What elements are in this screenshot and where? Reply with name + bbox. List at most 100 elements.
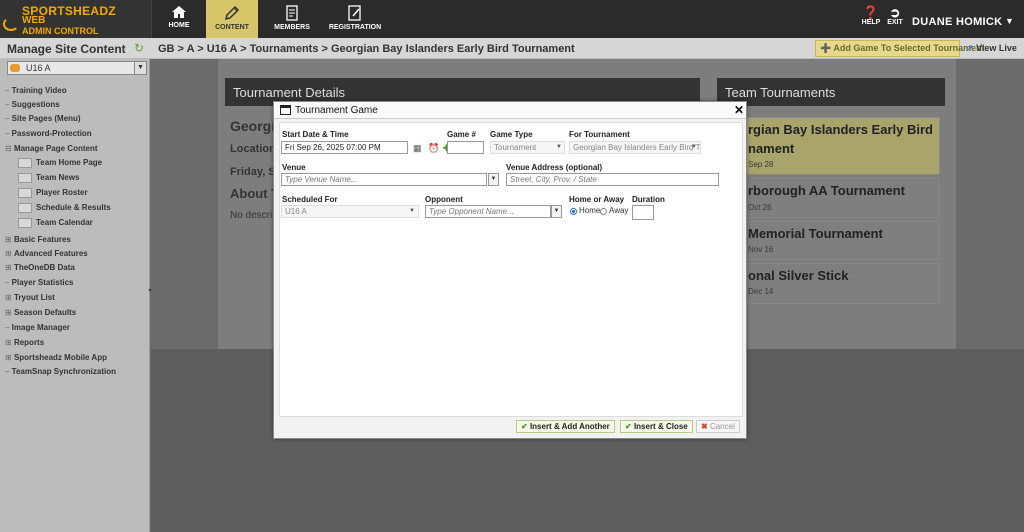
roster-icon xyxy=(18,188,32,198)
details-description: No descri xyxy=(230,210,273,221)
chevron-down-icon: ▼ xyxy=(409,208,415,214)
opponent-dropdown-button[interactable]: ▼ xyxy=(551,205,562,218)
news-icon xyxy=(18,173,32,183)
logo-line2: WEB xyxy=(22,15,46,26)
for-tournament-label: For Tournament xyxy=(569,130,630,139)
team-select[interactable]: U16 A ▼ xyxy=(7,61,147,75)
logo-swoosh-icon xyxy=(3,17,19,31)
team-logo-icon xyxy=(10,64,20,72)
opponent-input[interactable]: Type Opponent Name... xyxy=(425,205,551,218)
sidebar-item-tryout-list[interactable]: ⊞ Tryout List xyxy=(5,293,55,302)
chevron-down-icon: ▼ xyxy=(691,144,697,150)
refresh-icon[interactable]: ↻ xyxy=(134,41,144,55)
scheduled-for-select[interactable]: U16 A xyxy=(281,205,419,218)
sidebar-item-player-statistics[interactable]: – Player Statistics xyxy=(5,278,73,287)
insert-add-another-button[interactable]: ✔ Insert & Add Another xyxy=(516,420,615,433)
game-type-label: Game Type xyxy=(490,130,533,139)
nav-tab-registration[interactable]: REGISTRATION xyxy=(322,0,388,38)
nav-tab-home[interactable]: HOME xyxy=(153,0,205,38)
venue-address-label: Venue Address (optional) xyxy=(506,163,603,172)
home-away-label: Home or Away xyxy=(569,195,625,204)
sidebar-item-teamsnap[interactable]: – TeamSnap Synchronization xyxy=(5,367,116,376)
game-type-select[interactable]: Tournament xyxy=(490,141,565,154)
view-live-link[interactable]: ↗ View Live xyxy=(966,43,1017,54)
top-navigation-bar: SPORTSHEADZ WEB ADMIN CONTROL HOME CONTE… xyxy=(0,0,1024,38)
details-about: About T xyxy=(230,186,280,201)
nav-tab-members[interactable]: MEMBERS xyxy=(266,0,318,38)
sidebar-item-manage-page-content[interactable]: ⊟ Manage Page Content xyxy=(5,144,98,153)
away-radio[interactable] xyxy=(600,208,607,215)
nav-tab-home-label: HOME xyxy=(168,22,190,29)
cancel-icon: ✖ xyxy=(701,422,708,431)
sidebar-sub-schedule[interactable]: Schedule & Results xyxy=(18,203,111,213)
cancel-button[interactable]: ✖ Cancel xyxy=(696,420,740,433)
dialog-body: Start Date & Time Game # Game Type For T… xyxy=(279,122,743,417)
tournament-card[interactable]: rgian Bay Islanders Early Bird nament Se… xyxy=(717,117,940,175)
sportsheadz-logo[interactable]: SPORTSHEADZ WEB ADMIN CONTROL xyxy=(0,0,152,38)
sidebar-item-suggestions[interactable]: – Suggestions xyxy=(5,100,60,109)
sidebar-item-reports[interactable]: ⊞ Reports xyxy=(5,338,44,347)
sidebar-item-basic-features[interactable]: ⊞ Basic Features xyxy=(5,235,71,244)
duration-input[interactable] xyxy=(632,205,654,220)
close-icon[interactable]: ✕ xyxy=(734,103,744,117)
add-game-label: Add Game To Selected Tournament xyxy=(833,43,985,53)
exit-button[interactable]: ➲ EXIT xyxy=(884,6,906,26)
sidebar: U16 A ▼ – Training Video – Suggestions –… xyxy=(0,59,150,532)
nav-tab-registration-label: REGISTRATION xyxy=(328,24,382,31)
details-date: Friday, S xyxy=(230,166,276,178)
scheduled-for-label: Scheduled For xyxy=(282,195,338,204)
for-tournament-select[interactable]: Georgian Bay Islanders Early Bird T xyxy=(569,141,701,154)
sidebar-sub-team-calendar[interactable]: Team Calendar xyxy=(18,218,93,228)
members-icon xyxy=(286,5,298,21)
help-label: HELP xyxy=(861,19,881,26)
view-live-label: View Live xyxy=(976,43,1017,53)
help-button[interactable]: ❓ HELP xyxy=(860,6,882,26)
secondary-toolbar: Manage Site Content ↻ GB > A > U16 A > T… xyxy=(0,38,1024,59)
away-radio-label: Away xyxy=(609,206,629,215)
calendar-icon[interactable]: ▦ xyxy=(413,143,422,153)
check-icon: ✔ xyxy=(625,422,632,431)
calendar-icon xyxy=(18,218,32,228)
duration-label: Duration xyxy=(632,195,665,204)
game-number-input[interactable] xyxy=(447,141,484,154)
tournament-card[interactable]: onal Silver Stick Dec 14 xyxy=(717,263,940,304)
schedule-icon xyxy=(18,203,32,213)
add-game-button[interactable]: ➕ Add Game To Selected Tournament xyxy=(815,40,985,57)
home-radio[interactable] xyxy=(570,208,577,215)
insert-close-button[interactable]: ✔ Insert & Close xyxy=(620,420,693,433)
sidebar-item-advanced-features[interactable]: ⊞ Advanced Features xyxy=(5,249,88,258)
sidebar-item-training-video[interactable]: – Training Video xyxy=(5,86,67,95)
sidebar-item-theonedb[interactable]: ⊞ TheOneDB Data xyxy=(5,263,75,272)
registration-icon xyxy=(348,5,361,21)
sidebar-item-password-protection[interactable]: – Password-Protection xyxy=(5,129,92,138)
dialog-titlebar: Tournament Game ✕ xyxy=(274,102,746,119)
sidebar-sub-player-roster[interactable]: Player Roster xyxy=(18,188,88,198)
tournament-card[interactable]: Memorial Tournament Nov 16 xyxy=(717,221,940,260)
exit-icon: ➲ xyxy=(889,5,901,20)
venue-address-input[interactable]: Street, City, Prov. / State xyxy=(506,173,719,186)
game-number-label: Game # xyxy=(447,130,476,139)
start-datetime-input[interactable]: Fri Sep 26, 2025 07:00 PM xyxy=(281,141,408,154)
nav-tab-content[interactable]: CONTENT xyxy=(206,0,258,38)
tournament-game-dialog: Tournament Game ✕ Start Date & Time Game… xyxy=(273,101,747,439)
tournament-card[interactable]: rborough AA Tournament Oct 26 xyxy=(717,178,940,218)
logo-line3: ADMIN CONTROL xyxy=(22,26,99,36)
dialog-title: Tournament Game xyxy=(295,105,378,116)
user-menu-name[interactable]: DUANE HOMICK xyxy=(912,16,1002,28)
venue-input[interactable]: Type Venue Name... xyxy=(281,173,487,186)
team-select-value: U16 A xyxy=(26,63,51,73)
venue-dropdown-button[interactable]: ▼ xyxy=(488,173,499,186)
sidebar-item-image-manager[interactable]: – Image Manager xyxy=(5,323,70,332)
alarm-clock-icon[interactable]: ⏰ xyxy=(428,143,439,153)
window-icon xyxy=(280,105,291,115)
sidebar-item-mobile-app[interactable]: ⊞ Sportsheadz Mobile App xyxy=(5,353,107,362)
section-title: Manage Site Content xyxy=(7,42,126,56)
sidebar-item-season-defaults[interactable]: ⊞ Season Defaults xyxy=(5,308,76,317)
chevron-down-icon[interactable]: ▼ xyxy=(1005,16,1014,26)
opponent-label: Opponent xyxy=(425,195,463,204)
sidebar-sub-team-news[interactable]: Team News xyxy=(18,173,79,183)
sidebar-sub-team-home[interactable]: Team Home Page xyxy=(18,158,102,168)
breadcrumb: GB > A > U16 A > Tournaments > Georgian … xyxy=(158,43,575,55)
details-title: Georgi xyxy=(230,118,276,134)
sidebar-item-site-pages[interactable]: – Site Pages (Menu) xyxy=(5,114,81,123)
